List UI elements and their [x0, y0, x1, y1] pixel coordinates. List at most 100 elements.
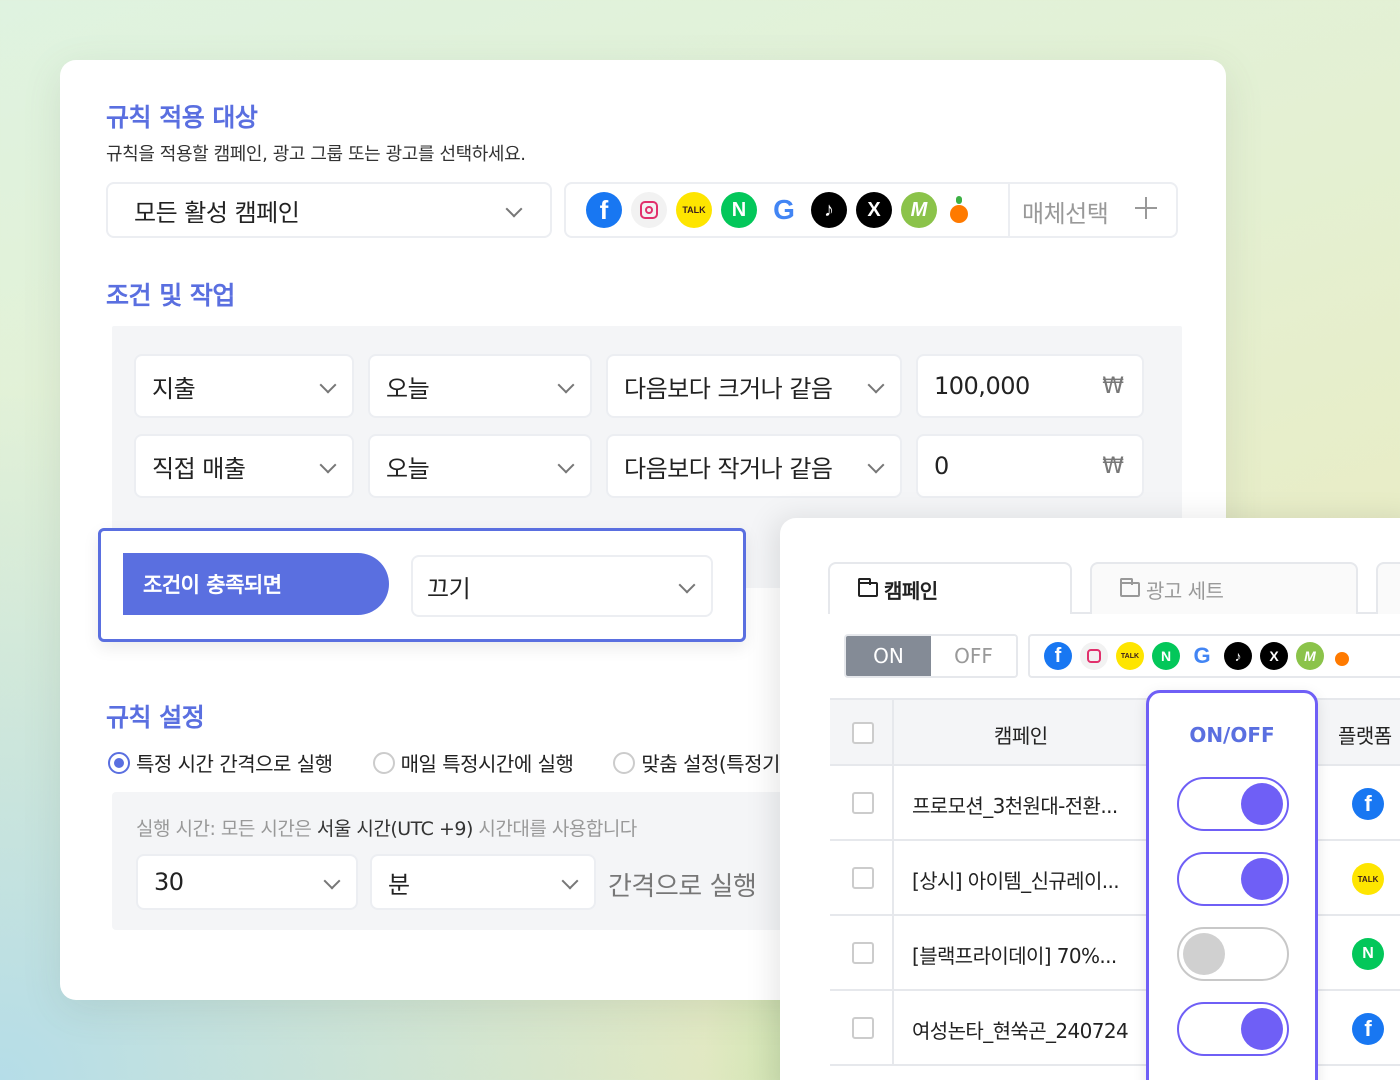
filter-off-button[interactable]: OFF	[931, 636, 1016, 676]
plus-icon[interactable]	[1134, 196, 1158, 220]
radio-daily[interactable]: 매일 특정시간에 실행	[372, 748, 574, 777]
value-text: 100,000	[934, 372, 1030, 400]
folder-icon	[858, 577, 878, 597]
moloco-icon: M	[901, 192, 937, 228]
header-platform[interactable]: 플랫폼	[1338, 720, 1392, 749]
campaign-toggle-on[interactable]	[1177, 1002, 1289, 1056]
radio-label: 맞춤 설정(특정기	[641, 752, 780, 776]
campaign-select[interactable]: 모든 활성 캠페인	[106, 182, 552, 238]
row-checkbox[interactable]	[852, 792, 874, 814]
tiktok-icon: ♪	[1224, 642, 1252, 670]
moloco-icon: M	[1296, 642, 1324, 670]
chevron-down-icon	[679, 579, 693, 593]
tab-adset[interactable]: 광고 세트	[1090, 562, 1358, 614]
divider	[892, 766, 894, 839]
rule-target-description: 규칙을 적용할 캠페인, 광고 그룹 또는 광고를 선택하세요.	[106, 144, 526, 165]
x-icon: X	[856, 192, 892, 228]
google-icon: G	[1188, 642, 1216, 670]
interval-value-select[interactable]: 30	[136, 854, 358, 910]
chevron-down-icon	[506, 203, 520, 217]
rule-settings-title: 규칙 설정	[106, 703, 205, 732]
interval-unit: 분	[388, 870, 410, 899]
facebook-icon: f	[1352, 1013, 1384, 1045]
naver-icon: N	[1352, 938, 1384, 970]
divider	[892, 841, 894, 914]
kakaotalk-icon: TALK	[1352, 863, 1384, 895]
tab-label: 광고 세트	[1146, 578, 1224, 603]
trigger-action-card: 조건이 충족되면 끄기	[98, 528, 746, 642]
action-select[interactable]: 끄기	[411, 555, 713, 617]
campaign-toggle-on[interactable]	[1177, 852, 1289, 906]
campaign-toggle-on[interactable]	[1177, 777, 1289, 831]
period-value: 오늘	[386, 374, 430, 403]
campaign-name: 여성논타_현쑥곤_240724	[912, 1019, 1129, 1043]
carrot-icon	[1332, 642, 1352, 670]
divider	[892, 991, 894, 1064]
carrot-icon	[946, 192, 972, 228]
tab-campaign[interactable]: 캠페인	[828, 562, 1072, 614]
period-select[interactable]: 오늘	[368, 434, 592, 498]
value-input[interactable]: 0 ₩	[916, 434, 1144, 498]
header-onoff: ON/OFF	[1189, 723, 1275, 747]
header-campaign[interactable]: 캠페인	[994, 720, 1048, 749]
folder-icon	[1120, 577, 1140, 597]
chevron-down-icon	[562, 875, 576, 889]
campaign-toggle-off[interactable]	[1177, 927, 1289, 981]
kakaotalk-icon: TALK	[1116, 642, 1144, 670]
divider	[1008, 184, 1010, 236]
campaign-select-value: 모든 활성 캠페인	[134, 198, 300, 227]
status-filter-toggle: ON OFF	[844, 634, 1018, 678]
rule-target-title: 규칙 적용 대상	[106, 103, 258, 132]
metric-value: 지출	[152, 374, 196, 403]
row-checkbox[interactable]	[852, 867, 874, 889]
tab-more[interactable]	[1376, 562, 1400, 614]
tab-label: 캠페인	[884, 578, 938, 603]
operator-value: 다음보다 크거나 같음	[624, 374, 833, 403]
period-select[interactable]: 오늘	[368, 354, 592, 418]
google-icon: G	[766, 192, 802, 228]
onoff-column: ON/OFF	[1146, 690, 1318, 1080]
chevron-down-icon	[324, 875, 338, 889]
value-input[interactable]: 100,000 ₩	[916, 354, 1144, 418]
value-text: 0	[934, 452, 949, 480]
select-all-checkbox[interactable]	[852, 722, 874, 744]
run-mode-options: 특정 시간 간격으로 실행 매일 특정시간에 실행 맞춤 설정(특정기	[108, 748, 820, 777]
row-checkbox[interactable]	[852, 1017, 874, 1039]
naver-icon: N	[1152, 642, 1180, 670]
interval-unit-select[interactable]: 분	[370, 854, 596, 910]
radio-custom[interactable]: 맞춤 설정(특정기	[613, 748, 780, 777]
campaign-name: [블랙프라이데이] 70%...	[912, 944, 1117, 968]
note-timezone: 서울 시간(UTC +9)	[316, 818, 474, 840]
media-selector[interactable]: f TALK N G ♪ X M 매체선택	[564, 182, 1178, 238]
radio-unselected-icon	[372, 751, 395, 774]
metric-select[interactable]: 지출	[134, 354, 354, 418]
row-checkbox[interactable]	[852, 942, 874, 964]
radio-interval[interactable]: 특정 시간 간격으로 실행	[108, 748, 333, 777]
toggle-knob	[1241, 1008, 1283, 1050]
chevron-down-icon	[320, 459, 334, 473]
tiktok-icon: ♪	[811, 192, 847, 228]
filter-on-button[interactable]: ON	[846, 636, 931, 676]
campaign-panel: 캠페인 광고 세트 ON OFF f TALK N G ♪ X M 캠페인 플랫…	[780, 518, 1400, 1080]
chevron-down-icon	[558, 459, 572, 473]
note-prefix: 실행 시간: 모든 시간은	[136, 818, 317, 840]
instagram-icon	[1080, 642, 1108, 670]
won-unit: ₩	[1102, 453, 1124, 479]
radio-label: 특정 시간 간격으로 실행	[136, 752, 333, 776]
campaign-name: [상시] 아이템_신규레이...	[912, 869, 1120, 893]
interval-suffix: 간격으로 실행	[608, 872, 757, 902]
operator-select[interactable]: 다음보다 크거나 같음	[606, 354, 902, 418]
chevron-down-icon	[868, 379, 882, 393]
toggle-knob	[1241, 783, 1283, 825]
media-select-label[interactable]: 매체선택	[1022, 194, 1109, 229]
metric-value: 직접 매출	[152, 454, 246, 483]
metric-select[interactable]: 직접 매출	[134, 434, 354, 498]
radio-selected-icon	[108, 751, 130, 774]
platform-filter[interactable]: f TALK N G ♪ X M	[1028, 634, 1400, 678]
operator-select[interactable]: 다음보다 작거나 같음	[606, 434, 902, 498]
campaign-name: 프로모션_3천원대-전환...	[912, 794, 1118, 818]
operator-value: 다음보다 작거나 같음	[624, 454, 833, 483]
chevron-down-icon	[868, 459, 882, 473]
radio-unselected-icon	[613, 751, 636, 774]
facebook-icon: f	[1044, 642, 1072, 670]
